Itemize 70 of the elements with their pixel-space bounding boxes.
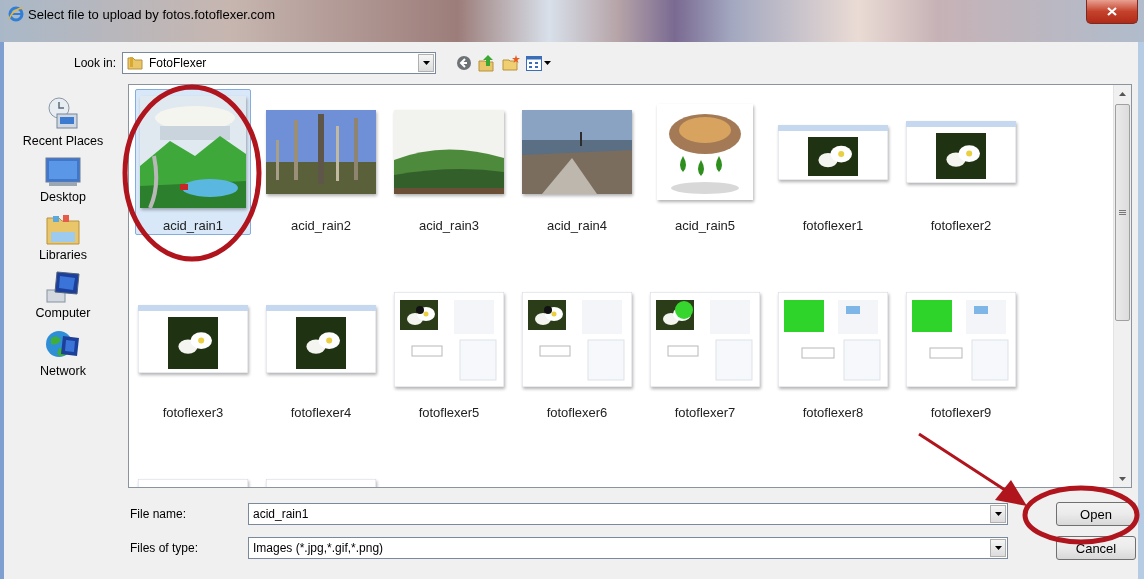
view-menu-button[interactable] xyxy=(526,55,551,71)
look-in-dropdown[interactable]: FotoFlexer xyxy=(122,52,436,74)
file-name-label: File name: xyxy=(129,507,188,521)
scroll-down-icon xyxy=(1119,476,1126,481)
folder-up-arrow-icon xyxy=(478,54,496,72)
file-item[interactable]: fotoflexer2 xyxy=(903,89,1019,235)
file-type-dropdown[interactable]: Images (*.jpg,*.gif,*.png) xyxy=(248,537,1008,559)
file-name: fotoflexer6 xyxy=(546,405,608,420)
file-name: fotoflexer8 xyxy=(802,405,864,420)
caret-icon xyxy=(994,546,1002,550)
monitor-icon xyxy=(45,156,81,188)
sidebar-item[interactable]: Network xyxy=(40,328,86,378)
dropdown-button[interactable] xyxy=(990,505,1006,523)
file-item[interactable]: fotoflexer5 xyxy=(391,276,507,422)
file-item[interactable]: fotoflexer3 xyxy=(135,276,251,422)
new-folder-button[interactable] xyxy=(502,55,520,71)
up-folder-button[interactable] xyxy=(478,54,496,72)
dropdown-button[interactable] xyxy=(418,54,434,72)
grip-icon xyxy=(1119,209,1126,216)
file-name: acid_rain2 xyxy=(291,218,351,233)
sidebar-item[interactable]: Recent Places xyxy=(22,96,104,148)
file-name: acid_rain5 xyxy=(675,218,735,233)
scrollbar[interactable] xyxy=(1113,85,1131,487)
scroll-up-icon xyxy=(1119,91,1126,96)
back-button[interactable] xyxy=(456,55,472,71)
file-name: fotoflexer3 xyxy=(162,405,224,420)
dropdown-button[interactable] xyxy=(990,539,1006,557)
sidebar-item[interactable]: Desktop xyxy=(40,156,86,204)
clock-computer-icon xyxy=(45,96,81,132)
file-name: fotoflexer1 xyxy=(802,218,864,233)
back-icon xyxy=(456,55,472,71)
file-name: fotoflexer4 xyxy=(290,405,352,420)
sidebar-item[interactable]: Libraries xyxy=(39,212,87,262)
file-name-field[interactable]: acid_rain1 xyxy=(248,503,1008,525)
file-item[interactable]: fotoflexer6 xyxy=(519,276,635,422)
file-name: acid_rain3 xyxy=(419,218,479,233)
file-item[interactable]: acid_rain2 xyxy=(263,89,379,235)
sidebar-item[interactable]: Computer xyxy=(35,270,91,320)
file-name: fotoflexer9 xyxy=(930,405,992,420)
file-name: acid_rain4 xyxy=(547,218,607,233)
folder-icon xyxy=(127,56,143,70)
file-item[interactable]: acid_rain3 xyxy=(391,89,507,235)
caret-icon xyxy=(422,61,430,65)
look-in-label: Look in: xyxy=(72,56,117,70)
folder-icon xyxy=(45,212,81,246)
file-item[interactable]: fotoflexer4 xyxy=(263,276,379,422)
scrollbar-thumb[interactable] xyxy=(1115,104,1130,321)
file-type-label: Files of type: xyxy=(129,541,200,555)
file-item[interactable]: fotoflexer7 xyxy=(647,276,763,422)
window-title: Select file to upload by fotos.fotoflexer.com xyxy=(28,7,276,22)
caret-icon xyxy=(544,61,551,65)
grid-icon xyxy=(526,55,542,71)
file-item[interactable]: fotoflexer1 xyxy=(775,89,891,235)
close-button[interactable] xyxy=(1086,0,1138,24)
file-item[interactable]: acid_rain5 xyxy=(647,89,763,235)
look-in-value: FotoFlexer xyxy=(149,56,208,70)
file-name: fotoflexer7 xyxy=(674,405,736,420)
file-item[interactable]: fotoflexer9 xyxy=(903,276,1019,422)
file-item[interactable]: acid_rain4 xyxy=(519,89,635,235)
folder-star-icon xyxy=(502,55,520,71)
close-icon xyxy=(1107,7,1117,16)
computer-icon xyxy=(45,270,81,304)
file-name: fotoflexer2 xyxy=(930,218,992,233)
file-name: fotoflexer5 xyxy=(418,405,480,420)
file-item[interactable]: fotoflexer8 xyxy=(775,276,891,422)
file-name: acid_rain1 xyxy=(163,218,223,233)
caret-icon xyxy=(994,512,1002,516)
browser-logo-icon xyxy=(8,6,24,22)
file-item[interactable]: acid_rain1 xyxy=(135,89,251,235)
open-button[interactable]: Open xyxy=(1056,502,1136,526)
